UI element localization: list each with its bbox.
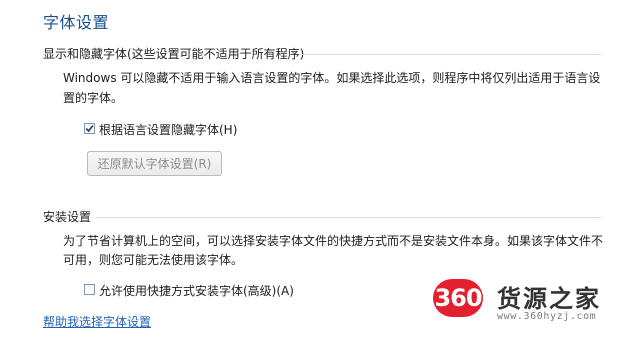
install-shortcut-checkbox-label[interactable]: 允许使用快捷方式安装字体(高级)(A) [99,282,294,299]
watermark-url: www.360hyzj.com [497,311,597,322]
install-section-label: 安装设置 [43,210,92,224]
install-description-line2: 可用，则您可能无法使用该字体。 [63,253,244,267]
hide-fonts-checkbox[interactable] [84,123,95,134]
hide-fonts-description-line2: 置的字体。 [63,91,124,105]
hide-fonts-section-divider [300,54,601,55]
page-title: 字体设置 [43,13,110,32]
install-description-line1: 为了节省计算机上的空间，可以选择安装字体文件的快捷方式而不是安装文件本身。如果该… [63,234,604,248]
help-choose-font-settings-link[interactable]: 帮助我选择字体设置 [43,313,151,330]
checkmark-icon [85,125,94,133]
restore-default-font-settings-button[interactable]: 还原默认字体设置(R) [87,151,222,176]
install-section-divider [96,217,601,218]
install-shortcut-checkbox[interactable] [84,284,95,295]
hide-fonts-section-label: 显示和隐藏字体(这些设置可能不适用于所有程序) [43,47,305,61]
hide-fonts-checkbox-label[interactable]: 根据语言设置隐藏字体(H) [99,121,237,138]
watermark-site-name: 货源之家 [497,284,601,313]
watermark-360-logo: 360 [433,279,483,317]
hide-fonts-description-line1: Windows 可以隐藏不适用于输入语言设置的字体。如果选择此选项，则程序中将仅… [63,71,601,85]
